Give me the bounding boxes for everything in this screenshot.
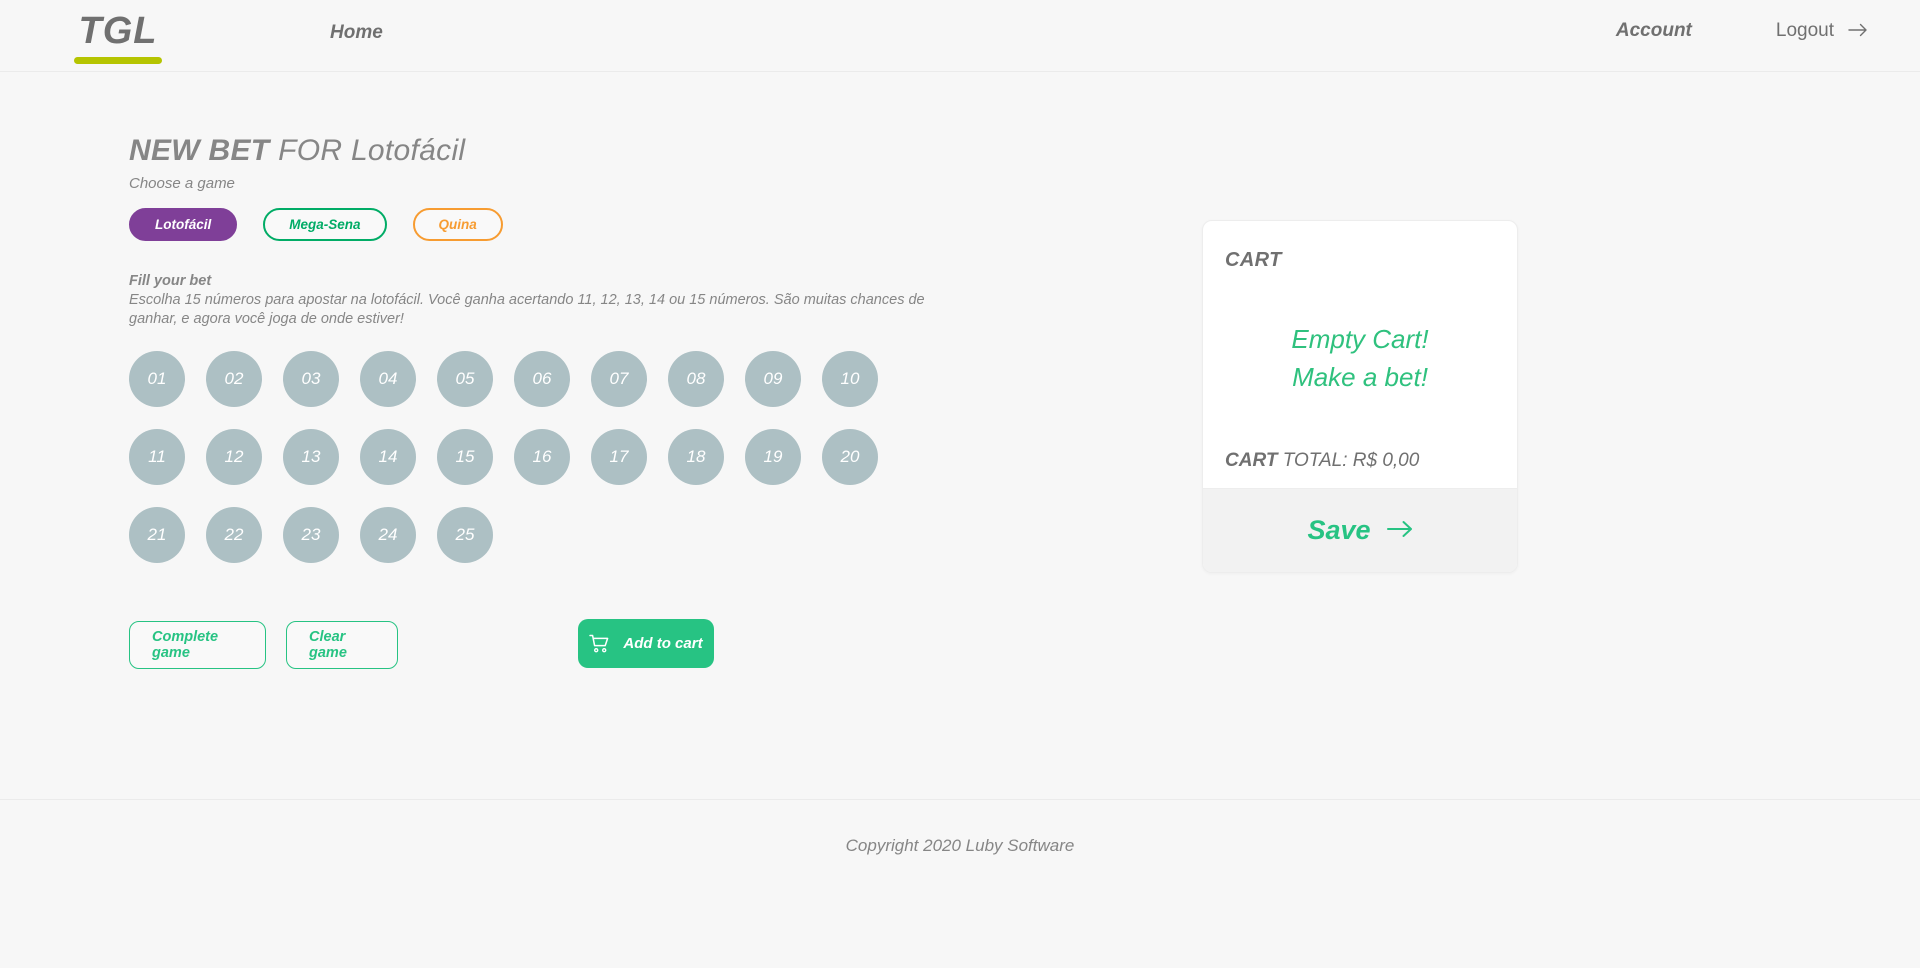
cart-panel: CART Empty Cart! Make a bet! CART TOTAL:… <box>1202 220 1518 573</box>
number-ball[interactable]: 06 <box>514 351 570 407</box>
complete-game-button[interactable]: Complete game <box>129 621 266 669</box>
bet-builder: NEW BET FOR Lotofácil Choose a game Loto… <box>129 134 1189 669</box>
number-ball[interactable]: 24 <box>360 507 416 563</box>
number-ball[interactable]: 16 <box>514 429 570 485</box>
number-ball[interactable]: 25 <box>437 507 493 563</box>
number-ball[interactable]: 10 <box>822 351 878 407</box>
number-ball[interactable]: 02 <box>206 351 262 407</box>
number-ball[interactable]: 23 <box>283 507 339 563</box>
game-chip-label: Lotofácil <box>155 217 212 232</box>
number-ball[interactable]: 13 <box>283 429 339 485</box>
copyright-text: Copyright 2020 Luby Software <box>845 836 1075 855</box>
page-content: NEW BET FOR Lotofácil Choose a game Loto… <box>0 72 1920 892</box>
number-ball[interactable]: 21 <box>129 507 185 563</box>
logo[interactable]: TGL <box>74 8 162 64</box>
bet-actions: Complete game Clear game Add to cart <box>129 619 1189 669</box>
number-ball[interactable]: 15 <box>437 429 493 485</box>
page-title: NEW BET FOR Lotofácil <box>129 134 1189 168</box>
logo-underline <box>74 57 162 64</box>
site-header: TGL Home Account Logout <box>0 0 1920 72</box>
number-ball[interactable]: 19 <box>745 429 801 485</box>
page-title-prefix: NEW BET <box>129 134 270 167</box>
game-chip-label: Quina <box>438 217 477 232</box>
number-ball[interactable]: 22 <box>206 507 262 563</box>
cart-total-value: TOTAL: R$ 0,00 <box>1277 450 1420 471</box>
nav-logout-label: Logout <box>1775 20 1834 41</box>
nav-item-account[interactable]: Account <box>1616 20 1692 42</box>
page-title-game: Lotofácil <box>350 134 466 167</box>
number-grid: 01 02 03 04 05 06 07 08 09 10 11 12 13 14 15 16 17 18 19 20… <box>129 351 899 563</box>
number-ball[interactable]: 14 <box>360 429 416 485</box>
nav-item-logout[interactable]: Logout <box>1776 20 1868 42</box>
number-ball[interactable]: 12 <box>206 429 262 485</box>
number-ball[interactable]: 18 <box>668 429 724 485</box>
number-ball[interactable]: 07 <box>591 351 647 407</box>
cart-empty-line-1: Empty Cart! <box>1291 324 1429 354</box>
nav-item-home[interactable]: Home <box>330 22 383 44</box>
number-ball[interactable]: 01 <box>129 351 185 407</box>
game-type-selector: Lotofácil Mega-Sena Quina <box>129 208 1189 241</box>
game-chip-label: Mega-Sena <box>289 217 361 232</box>
cart-empty-line-2: Make a bet! <box>1292 362 1428 392</box>
game-chip-lotofacil[interactable]: Lotofácil <box>129 208 238 241</box>
cart-empty-message: Empty Cart! Make a bet! <box>1203 272 1517 450</box>
header-nav-right: Account Logout <box>1616 20 1868 42</box>
number-ball[interactable]: 20 <box>822 429 878 485</box>
cart-total-prefix: CART <box>1225 450 1278 471</box>
choose-game-label: Choose a game <box>129 175 235 192</box>
cart-total: CART TOTAL: R$ 0,00 <box>1203 450 1517 488</box>
number-ball[interactable]: 17 <box>591 429 647 485</box>
number-ball[interactable]: 09 <box>745 351 801 407</box>
cart-title: CART <box>1225 249 1282 271</box>
fill-bet-description: Escolha 15 números para apostar na lotof… <box>129 292 925 327</box>
add-to-cart-button[interactable]: Add to cart <box>578 619 714 668</box>
save-button[interactable]: Save <box>1203 488 1517 572</box>
number-ball[interactable]: 03 <box>283 351 339 407</box>
shopping-cart-icon <box>589 634 611 654</box>
site-footer: Copyright 2020 Luby Software <box>0 799 1920 892</box>
arrow-right-icon <box>1848 22 1868 41</box>
game-chip-mega-sena[interactable]: Mega-Sena <box>263 208 387 241</box>
add-to-cart-label: Add to cart <box>623 635 703 652</box>
number-ball[interactable]: 04 <box>360 351 416 407</box>
arrow-right-icon <box>1386 518 1413 543</box>
logo-text: TGL <box>78 10 158 52</box>
page-title-for: FOR <box>269 134 351 167</box>
clear-game-button[interactable]: Clear game <box>286 621 398 669</box>
fill-bet-heading: Fill your bet <box>129 273 212 289</box>
number-ball[interactable]: 08 <box>668 351 724 407</box>
number-ball[interactable]: 11 <box>129 429 185 485</box>
save-button-label: Save <box>1307 515 1371 545</box>
game-chip-quina[interactable]: Quina <box>412 208 503 241</box>
number-ball[interactable]: 05 <box>437 351 493 407</box>
